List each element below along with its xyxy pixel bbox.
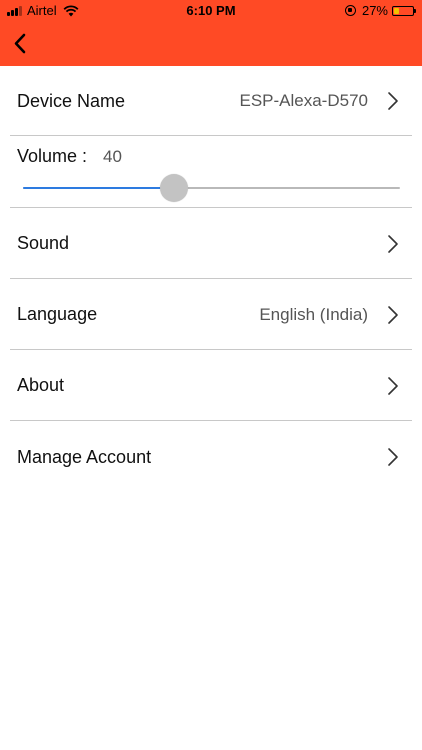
chevron-right-icon [388,305,398,324]
about-label: About [17,375,65,395]
language-label: Language [17,304,98,324]
manage-account-row[interactable]: Manage Account [0,421,422,493]
manage-account-label: Manage Account [17,446,152,467]
chevron-right-icon [388,234,398,253]
chevron-right-icon [388,376,398,395]
status-bar: Airtel 6:10 PM 27% [0,0,422,22]
battery-icon [392,5,416,16]
rotation-lock-icon [344,5,356,16]
sound-label: Sound [17,233,70,253]
status-right: 27% [344,3,416,18]
language-value: English (India) [259,304,368,324]
volume-slider[interactable] [23,173,400,202]
device-name-value: ESP-Alexa-D570 [239,91,368,110]
chevron-left-icon [14,33,26,54]
volume-label: Volume : [17,146,88,166]
battery-percent: 27% [361,3,388,18]
language-row[interactable]: Language English (India) [0,279,422,350]
slider-fill [23,187,174,189]
battery-fill [394,7,400,14]
slider-thumb[interactable] [159,174,188,202]
sound-row[interactable]: Sound [0,208,422,279]
chevron-right-icon [388,92,398,110]
about-row[interactable]: About [0,350,422,421]
volume-value: 40 [103,147,122,166]
device-name-label: Device Name [17,90,126,111]
app-header: Airtel 6:10 PM 27% [0,0,422,66]
chevron-right-icon [388,448,398,466]
device-name-row[interactable]: Device Name ESP-Alexa-D570 [0,66,422,136]
back-button[interactable] [6,27,40,61]
divider [10,135,412,136]
